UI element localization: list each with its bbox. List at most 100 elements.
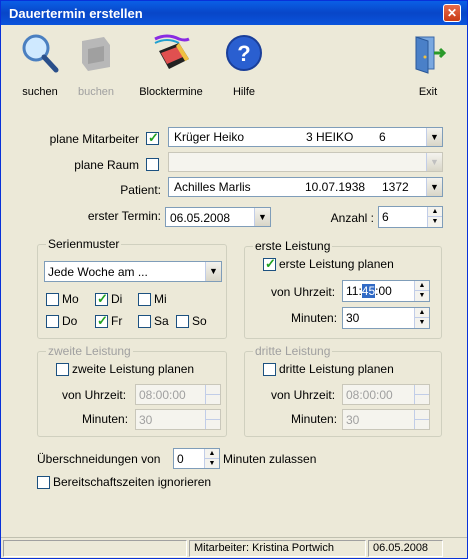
day-mi-checkbox[interactable]	[138, 293, 151, 306]
second-service-time-value: 08:00:00	[139, 388, 186, 402]
spin-down-icon[interactable]	[206, 395, 220, 405]
spinner-buttons[interactable]: ▲ ▼	[427, 207, 442, 227]
employee-name: Krüger Heiko	[174, 130, 245, 144]
block-appointments-button[interactable]: Blocktermine	[131, 31, 211, 98]
spin-up-icon[interactable]	[415, 385, 429, 395]
dropdown-arrow-icon[interactable]: ▼	[205, 262, 221, 281]
spinner-buttons[interactable]: ▲ ▼	[204, 449, 219, 468]
overlap-label-pre: Überschneidungen von	[37, 452, 161, 466]
day-so-checkbox[interactable]	[176, 315, 189, 328]
day-di-checkbox[interactable]: ✓	[95, 291, 108, 306]
dropdown-arrow-icon[interactable]: ▼	[426, 153, 442, 171]
checkmark-icon: ✓	[97, 313, 108, 328]
spin-down-icon[interactable]	[206, 420, 220, 430]
first-service-group: erste Leistung ✓ erste Leistung planen v…	[244, 239, 442, 339]
dropdown-arrow-icon[interactable]: ▼	[426, 178, 442, 196]
first-appointment-value: 06.05.2008	[170, 211, 231, 225]
patient-select[interactable]: Achilles Marlis 10.07.1938 1372 ▼	[168, 177, 443, 197]
first-appointment-label: erster Termin:	[87, 209, 161, 223]
plan-room-checkbox[interactable]	[146, 158, 159, 171]
plan-employee-checkbox[interactable]: ✓	[146, 130, 159, 145]
spinner-buttons[interactable]: ▲ ▼	[414, 281, 429, 301]
third-service-check-label: dritte Leistung planen	[279, 362, 394, 376]
count-label: Anzahl :	[330, 211, 374, 225]
second-service-minutes-input[interactable]: 30	[135, 409, 221, 430]
spin-up-icon[interactable]: ▲	[415, 308, 429, 318]
third-service-checkbox[interactable]	[263, 363, 276, 376]
spin-up-icon[interactable]: ▲	[205, 449, 219, 459]
count-value: 6	[382, 210, 389, 224]
overlap-minutes-value: 0	[177, 452, 184, 466]
day-sa-checkbox[interactable]	[138, 315, 151, 328]
second-service-check-label: zweite Leistung planen	[72, 362, 195, 376]
exit-door-icon	[415, 36, 447, 74]
third-service-minutes-input[interactable]: 30	[342, 409, 430, 430]
book-label: buchen	[77, 86, 115, 98]
dropdown-arrow-icon[interactable]: ▼	[426, 128, 442, 146]
eraser-icon	[154, 34, 190, 69]
spin-up-icon[interactable]: ▲	[428, 207, 442, 217]
second-service-time-input[interactable]: 08:00:00	[135, 384, 221, 405]
spinner-buttons[interactable]	[205, 385, 220, 404]
spinner-buttons[interactable]	[414, 385, 429, 404]
plan-employee-label: plane Mitarbeiter	[49, 132, 139, 146]
exit-label: Exit	[418, 86, 438, 98]
spin-up-icon[interactable]: ▲	[415, 281, 429, 291]
first-appointment-date[interactable]: 06.05.2008 ▼	[165, 207, 271, 227]
spin-down-icon[interactable]: ▼	[415, 318, 429, 328]
spin-down-icon[interactable]	[415, 395, 429, 405]
ignore-standby-checkbox[interactable]	[37, 476, 50, 489]
spin-down-icon[interactable]	[415, 420, 429, 430]
help-label: Hilfe	[232, 86, 255, 98]
first-service-minutes-input[interactable]: 30 ▲ ▼	[342, 307, 430, 329]
employee-select[interactable]: Krüger Heiko 3 HEIKO 6 ▼	[168, 127, 443, 147]
day-mo-label: Mo	[62, 292, 79, 306]
first-service-time-input[interactable]: 11:45:00 ▲ ▼	[342, 280, 430, 302]
search-button[interactable]: suchen	[15, 31, 65, 98]
first-service-minutes-label: Minuten:	[291, 311, 338, 325]
second-service-group: zweite Leistung zweite Leistung planen v…	[37, 344, 227, 437]
spin-down-icon[interactable]: ▼	[205, 459, 219, 469]
spinner-buttons[interactable]	[414, 410, 429, 429]
plan-room-label: plane Raum	[74, 158, 139, 172]
day-di-label: Di	[111, 292, 123, 306]
spin-down-icon[interactable]: ▼	[428, 217, 442, 227]
spin-up-icon[interactable]	[206, 385, 220, 395]
day-mo-checkbox[interactable]	[46, 293, 59, 306]
first-service-checkbox[interactable]: ✓	[263, 256, 276, 271]
series-pattern-title: Serienmuster	[46, 237, 122, 251]
employee-code: 3 HEIKO	[306, 130, 354, 144]
patient-label: Patient:	[120, 183, 161, 197]
third-service-title: dritte Leistung	[253, 344, 333, 358]
room-select[interactable]: ▼	[168, 152, 443, 172]
book-icon	[82, 37, 110, 71]
day-do-checkbox[interactable]	[46, 315, 59, 328]
third-service-time-input[interactable]: 08:00:00	[342, 384, 430, 405]
book-button[interactable]: buchen	[71, 31, 121, 98]
day-fr-label: Fr	[111, 314, 123, 328]
help-button[interactable]: ? Hilfe	[219, 31, 269, 98]
status-panel-empty	[3, 540, 187, 557]
day-sa-label: Sa	[154, 314, 169, 328]
day-so-label: So	[192, 314, 207, 328]
count-spinner[interactable]: 6 ▲ ▼	[378, 206, 443, 228]
first-service-check-label: erste Leistung planen	[279, 257, 394, 271]
day-do-label: Do	[62, 314, 78, 328]
first-service-time-value: 11:45:00	[346, 284, 392, 298]
checkmark-icon: ✓	[148, 130, 159, 145]
spin-down-icon[interactable]: ▼	[415, 291, 429, 301]
help-icon: ?	[226, 35, 262, 71]
second-service-checkbox[interactable]	[56, 363, 69, 376]
spin-up-icon[interactable]	[206, 410, 220, 420]
recurrence-select[interactable]: Jede Woche am ... ▼	[44, 261, 222, 282]
dropdown-arrow-icon[interactable]: ▼	[254, 208, 270, 226]
close-button[interactable]: ✕	[443, 4, 461, 22]
overlap-label-post: Minuten zulassen	[223, 452, 317, 466]
spin-up-icon[interactable]	[415, 410, 429, 420]
svg-text:?: ?	[237, 41, 250, 66]
exit-button[interactable]: Exit	[403, 31, 453, 98]
day-fr-checkbox[interactable]: ✓	[95, 313, 108, 328]
spinner-buttons[interactable]: ▲ ▼	[414, 308, 429, 328]
spinner-buttons[interactable]	[205, 410, 220, 429]
overlap-minutes-spinner[interactable]: 0 ▲ ▼	[173, 448, 220, 469]
